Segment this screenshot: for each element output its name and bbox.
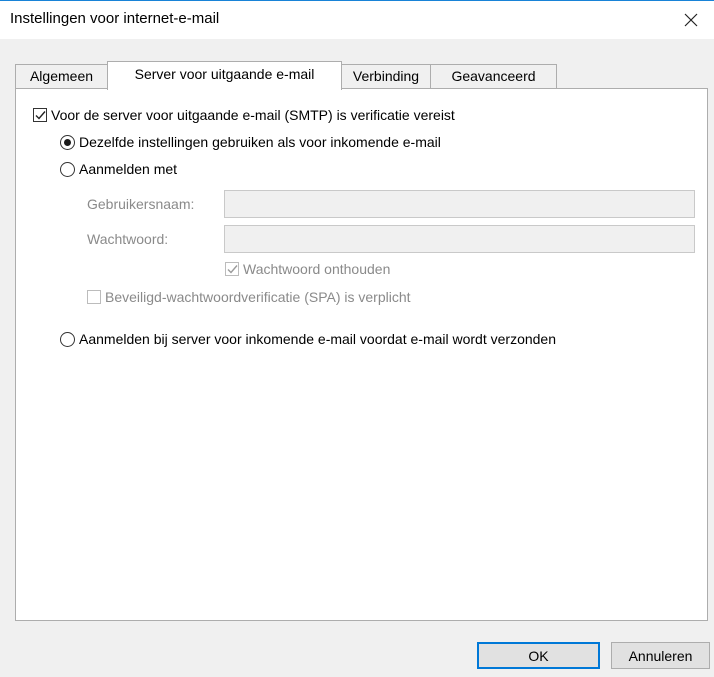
checkmark-icon	[227, 264, 238, 274]
username-field[interactable]	[224, 190, 695, 218]
cancel-button[interactable]: Annuleren	[611, 642, 710, 669]
username-label: Gebruikersnaam:	[87, 196, 195, 212]
option-same-settings-row[interactable]: Dezelfde instellingen gebruiken als voor…	[60, 134, 441, 150]
password-label: Wachtwoord:	[87, 231, 169, 247]
spa-label: Beveiligd-wachtwoordverificatie (SPA) is…	[105, 289, 411, 305]
remember-password-row[interactable]: Wachtwoord onthouden	[225, 261, 390, 277]
tab-verbinding[interactable]: Verbinding	[341, 64, 431, 88]
close-icon	[684, 13, 698, 27]
title-bar: Instellingen voor internet-e-mail	[0, 1, 714, 39]
option-incoming-first-row[interactable]: Aanmelden bij server voor inkomende e-ma…	[60, 331, 556, 347]
option-same-settings-radio[interactable]	[60, 134, 75, 150]
smtp-auth-checkbox-row[interactable]: Voor de server voor uitgaande e-mail (SM…	[33, 107, 455, 123]
smtp-auth-label: Voor de server voor uitgaande e-mail (SM…	[51, 107, 455, 123]
option-same-settings-label: Dezelfde instellingen gebruiken als voor…	[79, 134, 441, 150]
radio-selected-dot	[64, 138, 71, 146]
option-login-with-row[interactable]: Aanmelden met	[60, 161, 177, 177]
tab-server-uitgaande-email[interactable]: Server voor uitgaande e-mail	[107, 61, 342, 90]
close-button[interactable]	[668, 1, 714, 39]
tab-geavanceerd[interactable]: Geavanceerd	[430, 64, 557, 88]
option-login-with-radio[interactable]	[60, 161, 75, 177]
window-title: Instellingen voor internet-e-mail	[10, 10, 220, 27]
ok-button[interactable]: OK	[477, 642, 600, 669]
password-field[interactable]	[224, 225, 695, 253]
spa-row[interactable]: Beveiligd-wachtwoordverificatie (SPA) is…	[87, 289, 411, 305]
remember-password-label: Wachtwoord onthouden	[243, 261, 391, 277]
checkmark-icon	[35, 110, 46, 120]
remember-password-checkbox[interactable]	[225, 262, 239, 276]
option-incoming-first-radio[interactable]	[60, 331, 75, 347]
tab-panel: Voor de server voor uitgaande e-mail (SM…	[15, 88, 708, 621]
tab-algemeen[interactable]: Algemeen	[15, 64, 108, 88]
option-incoming-first-label: Aanmelden bij server voor inkomende e-ma…	[79, 331, 557, 347]
spa-checkbox[interactable]	[87, 290, 101, 304]
smtp-auth-checkbox[interactable]	[33, 108, 47, 122]
option-login-with-label: Aanmelden met	[79, 161, 178, 177]
